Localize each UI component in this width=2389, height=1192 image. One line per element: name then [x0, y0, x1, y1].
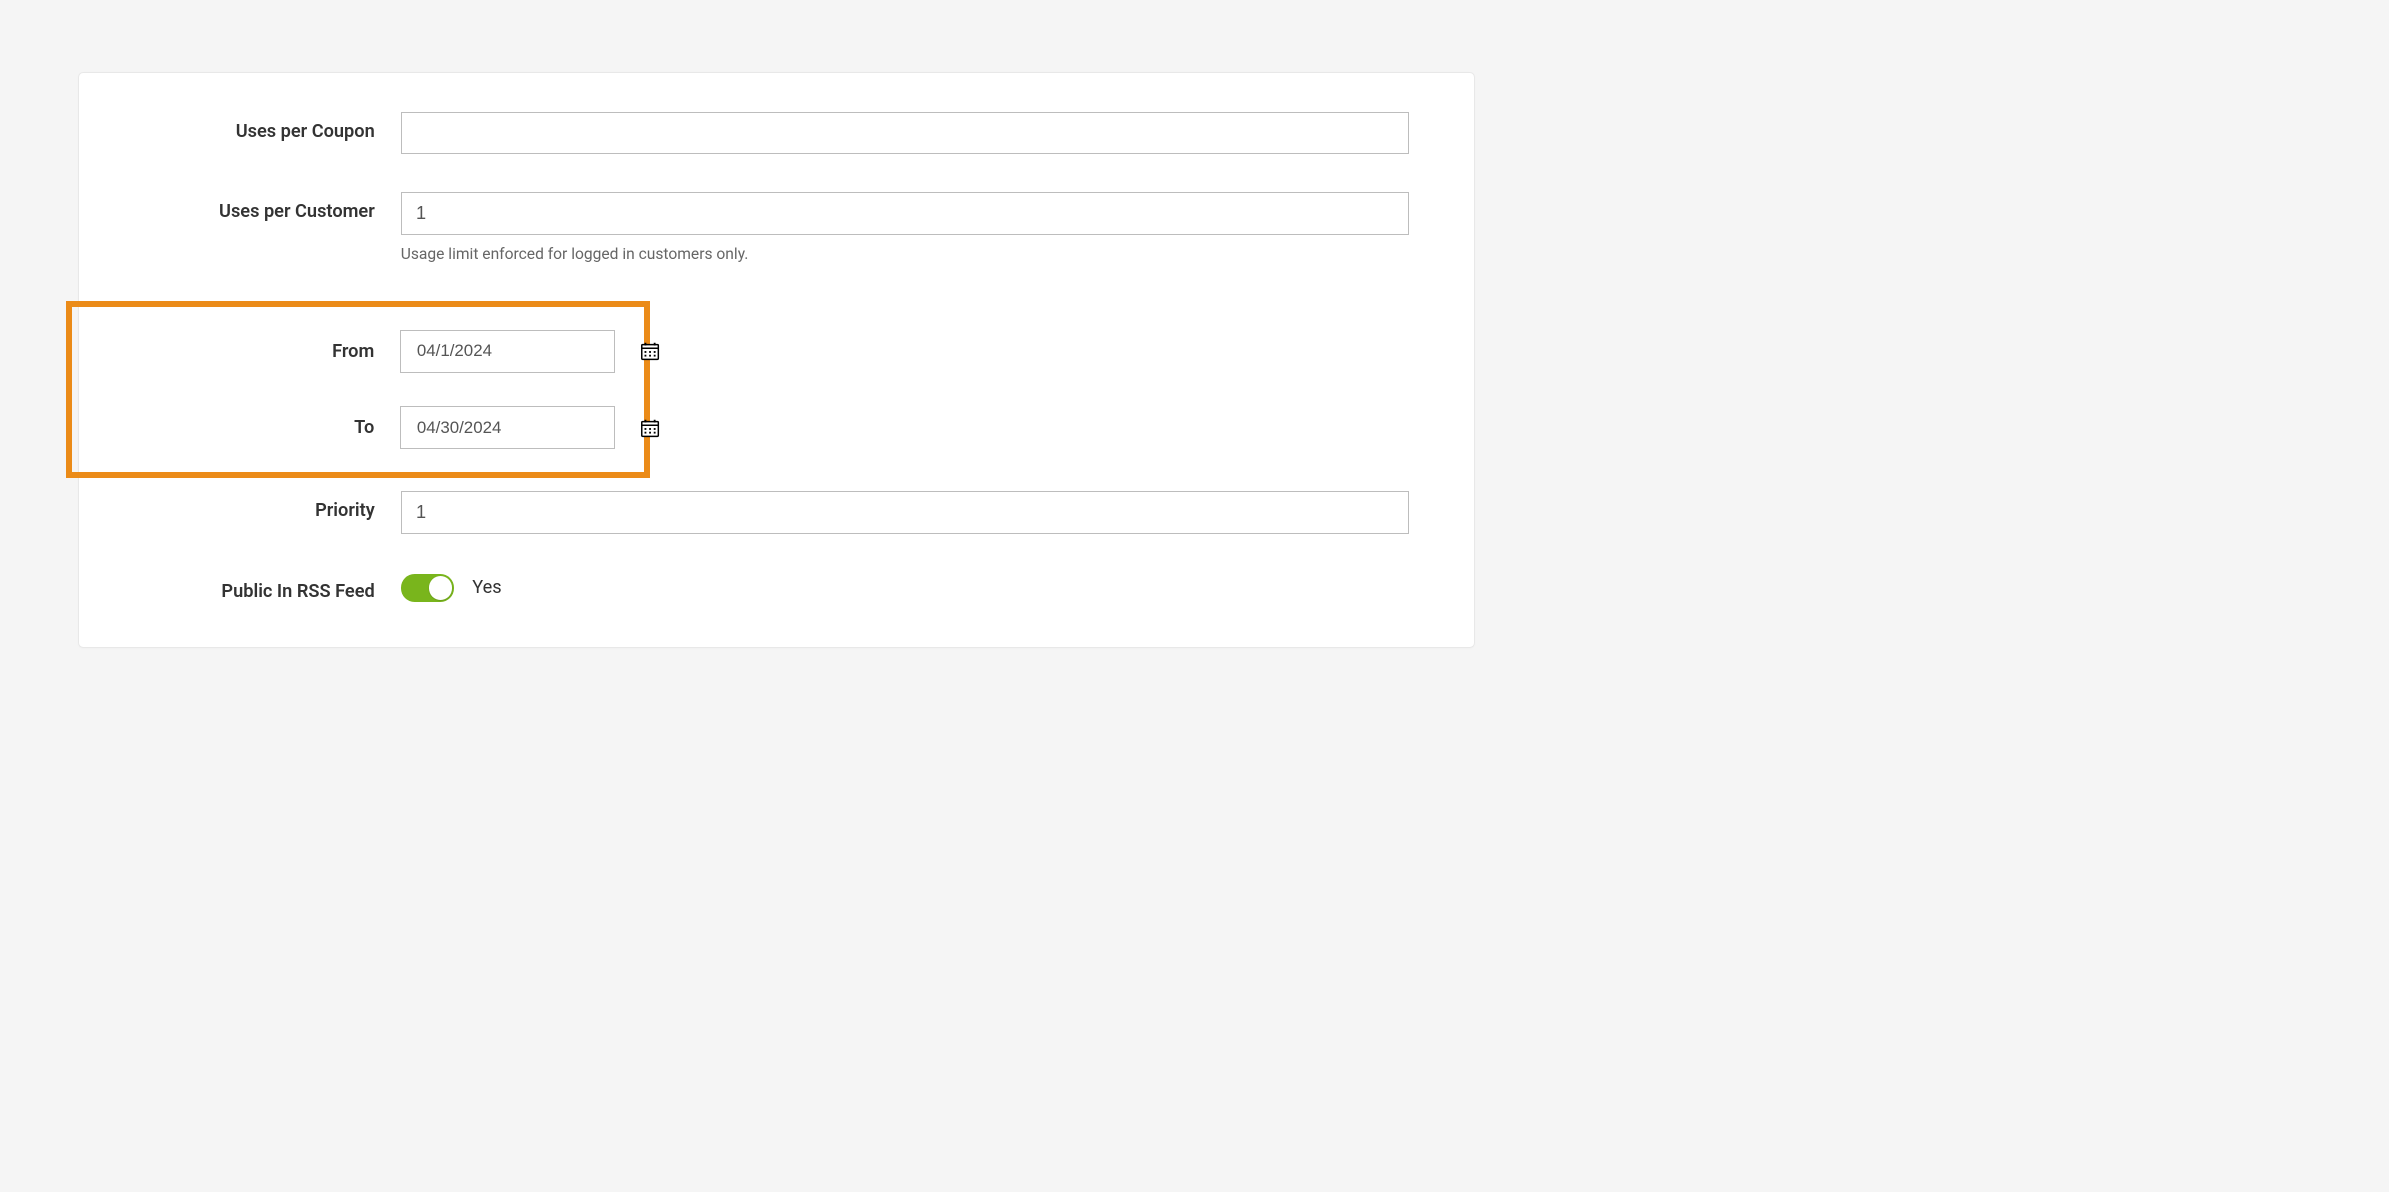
from-date-input[interactable]	[416, 341, 640, 362]
row-from: From	[72, 330, 615, 373]
uses-per-customer-input[interactable]	[401, 192, 1409, 235]
form-card: Uses per Coupon Uses per Customer Usage …	[78, 72, 1475, 649]
label-to: To	[72, 417, 400, 438]
row-rss: Public In RSS Feed Yes	[144, 572, 1409, 602]
to-date-field[interactable]	[400, 406, 614, 449]
label-from: From	[72, 341, 400, 362]
priority-input[interactable]	[401, 491, 1409, 534]
from-date-field[interactable]	[400, 330, 614, 373]
calendar-icon[interactable]	[639, 340, 661, 362]
row-uses-per-customer: Uses per Customer Usage limit enforced f…	[144, 192, 1409, 263]
to-date-input[interactable]	[416, 417, 640, 438]
uses-per-coupon-input[interactable]	[401, 112, 1409, 155]
uses-per-customer-helper: Usage limit enforced for logged in custo…	[401, 245, 1409, 263]
rss-toggle-label: Yes	[472, 577, 501, 598]
calendar-icon[interactable]	[639, 417, 661, 439]
page-root: Uses per Coupon Uses per Customer Usage …	[0, 0, 1553, 775]
row-uses-per-coupon: Uses per Coupon	[144, 112, 1409, 155]
label-rss: Public In RSS Feed	[144, 572, 401, 602]
rss-toggle[interactable]	[401, 574, 454, 601]
label-uses-per-coupon: Uses per Coupon	[144, 112, 401, 142]
toggle-knob	[429, 576, 452, 599]
row-to: To	[72, 406, 615, 449]
row-priority: Priority	[144, 491, 1409, 534]
date-range-highlight: From	[66, 301, 650, 478]
label-uses-per-customer: Uses per Customer	[144, 192, 401, 222]
label-priority: Priority	[144, 491, 401, 521]
